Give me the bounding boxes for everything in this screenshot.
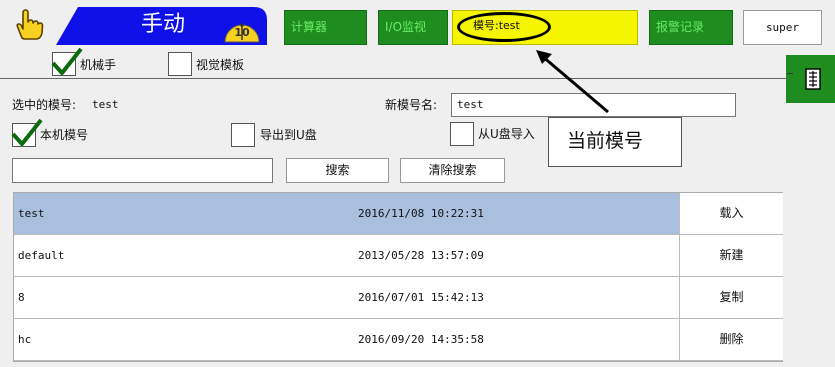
new-button[interactable]: 新建 bbox=[679, 235, 783, 276]
selected-mold-label: 选中的模号: bbox=[12, 98, 77, 112]
selected-mold-value: test bbox=[92, 98, 119, 111]
delete-button[interactable]: 删除 bbox=[679, 319, 783, 360]
search-button[interactable]: 搜索 bbox=[286, 158, 389, 183]
import-usb-checkbox[interactable] bbox=[450, 122, 474, 146]
annotation-arrow-icon bbox=[536, 50, 609, 114]
mold-name-cell: 8 bbox=[18, 291, 25, 304]
side-tab-pointer bbox=[787, 73, 793, 74]
user-button[interactable]: super bbox=[743, 10, 822, 45]
mold-name-cell: hc bbox=[18, 333, 32, 346]
speed-value: 10 bbox=[234, 26, 250, 39]
mold-date-cell: 2016/09/20 14:35:58 bbox=[358, 333, 484, 346]
calculator-button[interactable]: 计算器 bbox=[284, 10, 367, 45]
keypad-icon bbox=[805, 68, 821, 90]
local-mold-label[interactable]: 本机模号 bbox=[40, 127, 88, 143]
export-usb-label[interactable]: 导出到U盘 bbox=[260, 127, 317, 143]
mold-table: test 2016/11/08 10:22:31 载入 default 2013… bbox=[13, 192, 783, 362]
load-button[interactable]: 载入 bbox=[679, 193, 783, 234]
mold-date-cell: 2016/11/08 10:22:31 bbox=[358, 207, 484, 220]
copy-button[interactable]: 复制 bbox=[679, 277, 783, 318]
robot-tab-label[interactable]: 机械手 bbox=[80, 57, 116, 73]
vision-tab-label[interactable]: 视觉模板 bbox=[196, 57, 244, 73]
divider bbox=[0, 78, 787, 79]
mold-date-cell: 2013/05/28 13:57:09 bbox=[358, 249, 484, 262]
hand-icon[interactable] bbox=[10, 8, 46, 42]
mold-name-cell: default bbox=[18, 249, 65, 262]
vision-checkbox[interactable] bbox=[168, 52, 192, 76]
checkmark-icon bbox=[51, 47, 83, 75]
mode-label: 手动 bbox=[140, 12, 185, 37]
mold-name-cell: test bbox=[18, 207, 45, 220]
table-row[interactable]: hc 2016/09/20 14:35:58 删除 bbox=[14, 319, 783, 361]
mold-date-cell: 2016/07/01 15:42:13 bbox=[358, 291, 484, 304]
new-mold-label: 新模号名: bbox=[385, 98, 438, 112]
local-mold-checkbox[interactable] bbox=[11, 118, 43, 147]
checkmark-icon bbox=[11, 118, 43, 146]
import-usb-label[interactable]: 从U盘导入 bbox=[478, 126, 535, 142]
current-mold-label: 模号:test bbox=[473, 19, 520, 32]
export-usb-checkbox[interactable] bbox=[231, 123, 255, 147]
table-row[interactable]: default 2013/05/28 13:57:09 新建 bbox=[14, 235, 783, 277]
annotation-callout: 当前模号 bbox=[548, 117, 682, 167]
clear-search-button[interactable]: 清除搜索 bbox=[400, 158, 505, 183]
search-input[interactable] bbox=[12, 158, 273, 183]
table-row[interactable]: 8 2016/07/01 15:42:13 复制 bbox=[14, 277, 783, 319]
io-monitor-button[interactable]: I/O监视 bbox=[378, 10, 448, 45]
table-row[interactable]: test 2016/11/08 10:22:31 载入 bbox=[14, 193, 783, 235]
alarm-log-button[interactable]: 报警记录 bbox=[649, 10, 733, 45]
robot-checkbox[interactable] bbox=[51, 47, 83, 76]
